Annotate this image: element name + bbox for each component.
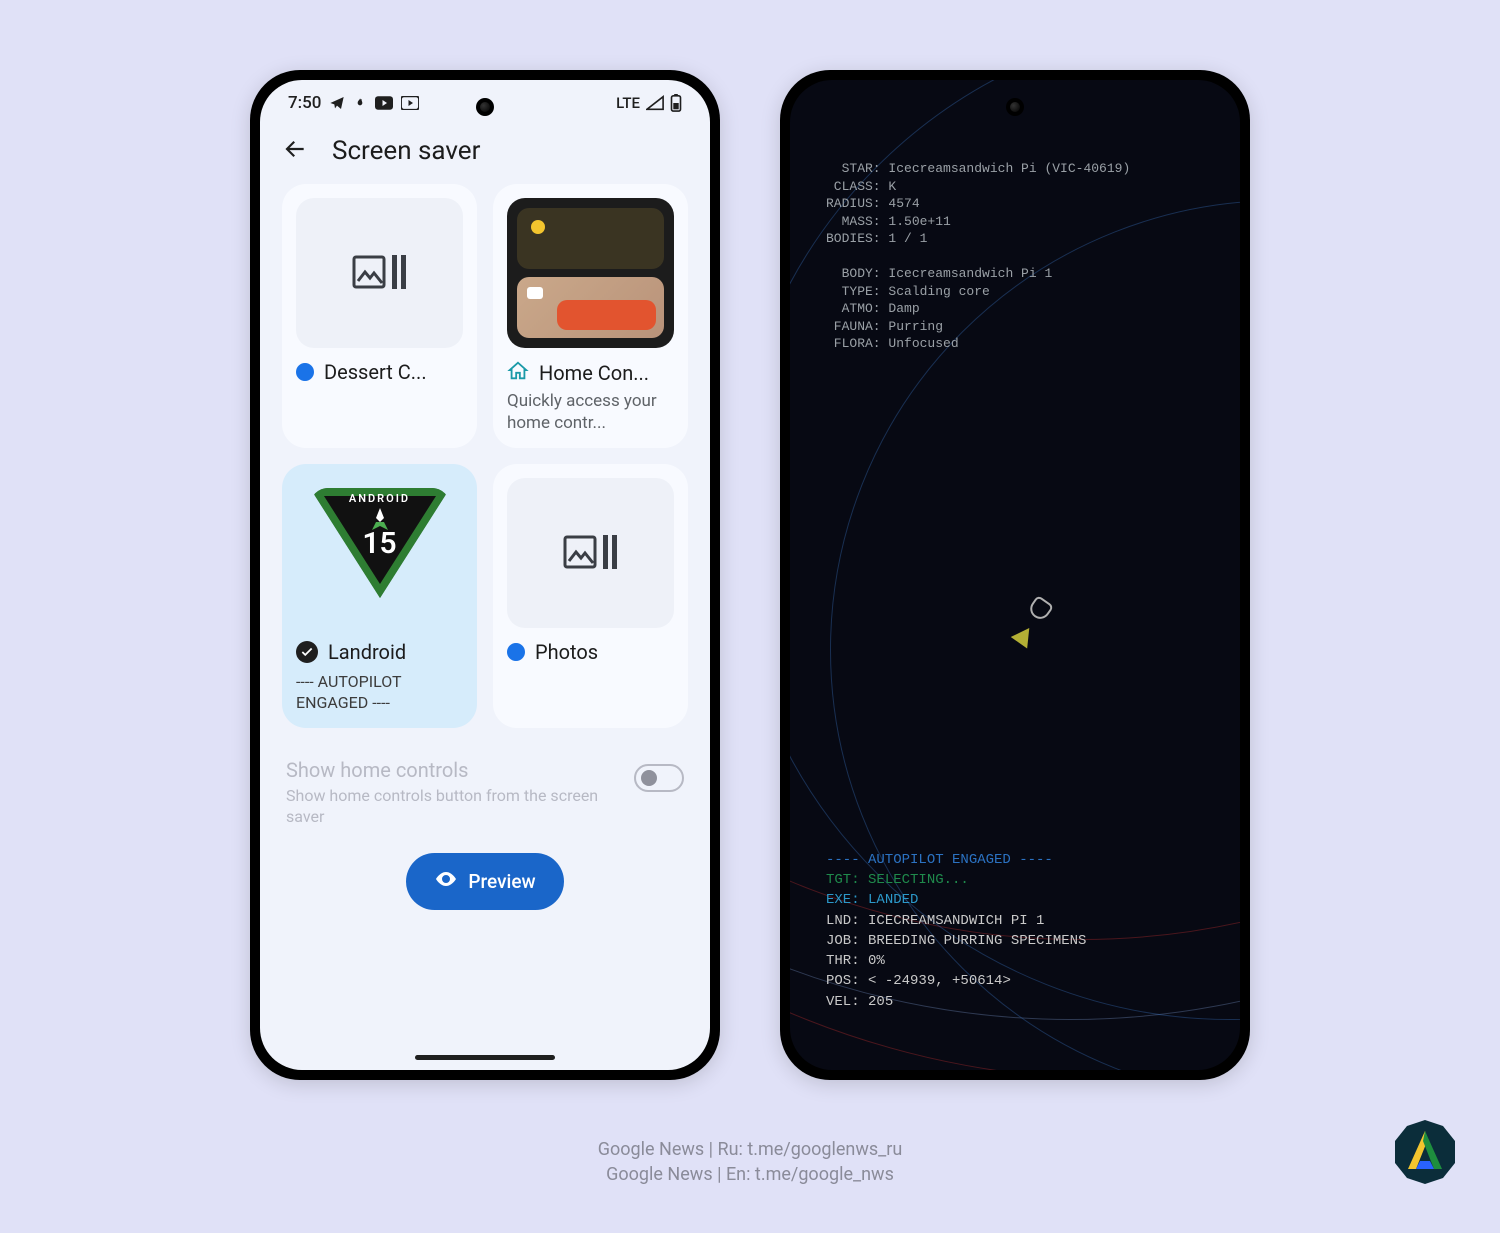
thumb-landroid: ANDROID 15: [296, 478, 463, 628]
status-network: LTE: [616, 94, 640, 112]
preview-label: Preview: [468, 870, 535, 893]
console-readout: ---- AUTOPILOT ENGAGED ---- TGT: SELECTI…: [826, 850, 1086, 1012]
thumb-placeholder: [296, 198, 463, 348]
eye-icon: [434, 867, 458, 896]
status-time: 7:50: [288, 93, 321, 113]
youtube-icon: [375, 96, 393, 110]
watermark-logo: [1390, 1117, 1460, 1187]
toggle-subtitle: Show home controls button from the scree…: [286, 786, 618, 828]
telegram-icon: [329, 95, 345, 111]
page-title: Screen saver: [332, 136, 480, 166]
badge-label: ANDROID: [310, 492, 450, 505]
thumb-placeholder: [507, 478, 674, 628]
screen-landroid: STAR: Icecreamsandwich Pi (VIC-40619) CL…: [790, 80, 1240, 1070]
home-tile-light: [517, 208, 664, 269]
card-title: Landroid: [328, 640, 406, 664]
phone-right: STAR: Icecreamsandwich Pi (VIC-40619) CL…: [780, 70, 1250, 1080]
preview-button[interactable]: Preview: [406, 853, 563, 910]
saver-card-home[interactable]: Home Con... Quickly access your home con…: [493, 184, 688, 448]
phone-left: 7:50 LTE: [250, 70, 720, 1080]
badge-version: 15: [310, 526, 450, 561]
card-subtitle: Quickly access your home contr...: [507, 390, 674, 434]
card-title: Home Con...: [539, 361, 649, 385]
image-pause-icon: [352, 251, 408, 295]
gesture-bar[interactable]: [415, 1055, 555, 1060]
home-tile-camera: [517, 277, 664, 338]
radio-unselected-icon: [296, 363, 314, 381]
footer-line: Google News | Ru: t.me/googlenws_ru: [0, 1137, 1500, 1162]
saver-card-landroid[interactable]: ANDROID 15 Landroid ---- AUTOP: [282, 464, 477, 728]
home-icon: [507, 360, 529, 386]
video-icon: [401, 96, 419, 110]
screen-settings: 7:50 LTE: [260, 80, 710, 1070]
card-title: Dessert C...: [324, 360, 427, 384]
toggle-show-home-controls[interactable]: Show home controls Show home controls bu…: [260, 728, 710, 838]
camera-cutout: [476, 98, 494, 116]
image-pause-icon: [563, 531, 619, 575]
card-status: ---- AUTOPILOT ENGAGED ----: [296, 672, 463, 714]
back-icon[interactable]: [282, 136, 308, 166]
thumb-home: [507, 198, 674, 348]
radio-unselected-icon: [507, 643, 525, 661]
battery-icon: [670, 94, 682, 112]
star-info: STAR: Icecreamsandwich Pi (VIC-40619) CL…: [826, 160, 1130, 353]
android-badge: ANDROID 15: [310, 488, 450, 618]
image-footer: Google News | Ru: t.me/googlenws_ru Goog…: [0, 1137, 1500, 1187]
fire-icon: [353, 95, 367, 111]
switch-off-icon[interactable]: [634, 764, 684, 792]
check-icon: [296, 641, 318, 663]
card-title: Photos: [535, 640, 598, 664]
saver-card-dessert[interactable]: Dessert C...: [282, 184, 477, 448]
footer-line: Google News | En: t.me/google_nws: [0, 1162, 1500, 1187]
toggle-title: Show home controls: [286, 758, 618, 782]
signal-icon: [646, 95, 664, 111]
camera-cutout: [1006, 98, 1024, 116]
saver-card-photos[interactable]: Photos: [493, 464, 688, 728]
